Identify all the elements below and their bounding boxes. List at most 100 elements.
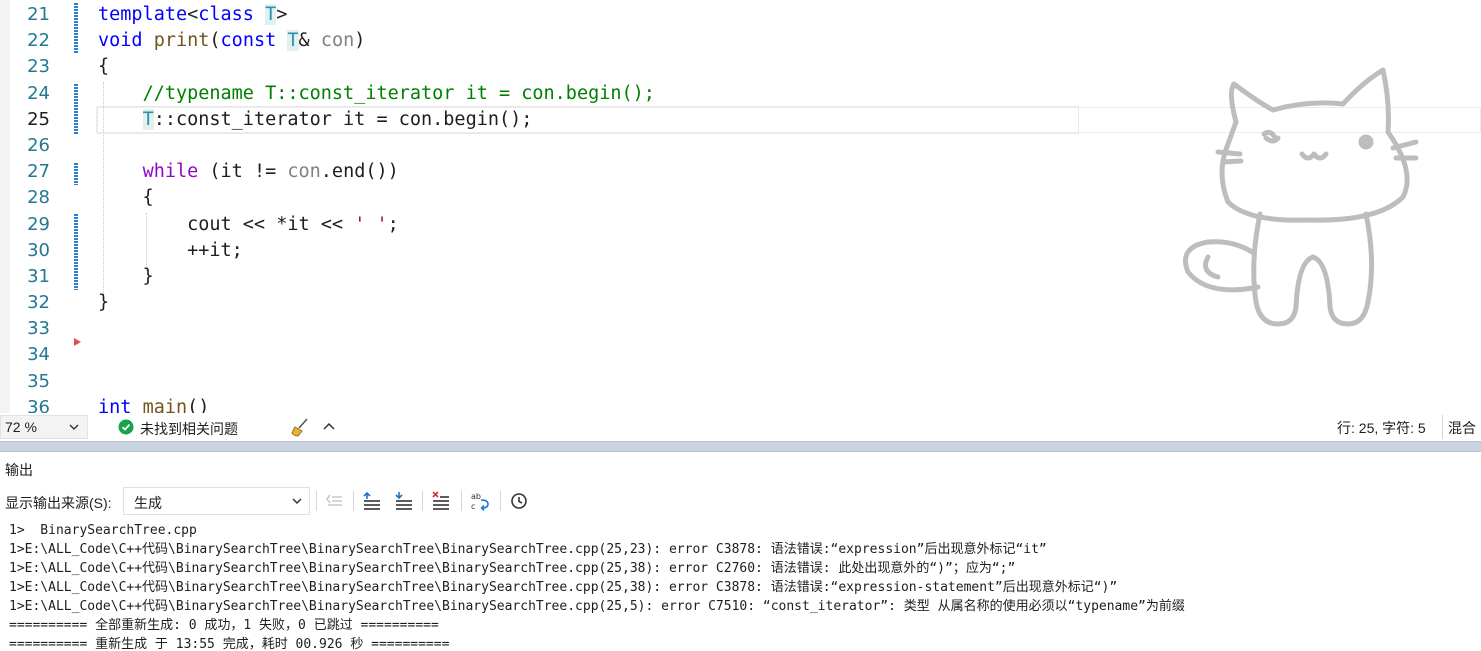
bookmark-marker-icon[interactable] [74,338,81,346]
line-number: 35 [27,370,50,392]
check-circle-icon [118,419,134,435]
go-to-error-icon[interactable] [324,490,346,512]
line-number-current: 25 [27,108,50,130]
output-line: 1>E:\ALL_Code\C++代码\BinarySearchTree\Bin… [9,561,1016,576]
code-line[interactable]: { [98,54,1078,80]
code-line[interactable] [98,342,1078,368]
output-text-area[interactable]: 1> BinarySearchTree.cpp 1>E:\ALL_Code\C+… [9,521,1479,651]
output-line: 1>E:\ALL_Code\C++代码\BinarySearchTree\Bin… [9,542,1047,557]
change-tracking-bar [74,214,78,290]
divider [422,491,423,511]
output-line: ========== 重新生成 于 13:55 完成，耗时 00.926 秒 =… [9,637,450,651]
type-parameter: T [287,30,299,52]
change-tracking-bar [74,84,78,134]
chevron-down-icon [292,498,302,505]
line-number: 31 [27,265,50,287]
next-message-icon[interactable] [393,490,415,512]
keyword: class [198,4,254,25]
code-line[interactable] [98,133,1078,159]
divider [353,491,354,511]
line-number: 22 [27,30,50,52]
code-line[interactable]: ++it; [98,238,1078,264]
code-token: () [187,396,210,413]
line-number: 32 [27,292,50,314]
code-line[interactable]: void print(const T& con) [98,28,1078,54]
output-line: 1>E:\ALL_Code\C++代码\BinarySearchTree\Bin… [9,599,1185,614]
clock-icon[interactable] [508,490,530,512]
line-number: 30 [27,239,50,261]
function-name: main [142,396,188,413]
broom-icon[interactable] [289,416,313,438]
code-line[interactable]: //typename T::const_iterator it = con.be… [98,81,1078,107]
code-line[interactable]: while (it != con.end()) [98,159,1078,185]
code-token: ) [354,30,366,52]
code-line[interactable] [98,369,1078,395]
word-wrap-icon[interactable]: ab c [469,490,491,512]
code-line[interactable]: } [98,264,1078,290]
chevron-down-icon [69,424,79,430]
gutter-margin [0,0,10,413]
type-parameter: T [142,108,154,130]
line-number: 23 [27,56,50,78]
output-panel: 输出 显示输出来源(S): 生成 ab c 1> BinarySearchTre… [0,452,1481,651]
cursor-position[interactable]: 行: 25, 字符: 5 [1337,418,1426,438]
line-number: 34 [27,344,50,366]
code-line[interactable]: int main() [98,395,1078,413]
svg-text:c: c [471,502,475,511]
keyword: const [220,30,277,52]
code-token: ::const_iterator it = con.begin(); [153,108,533,130]
code-lines[interactable]: template<class T> void print(const T& co… [97,2,1079,413]
output-line: 1> BinarySearchTree.cpp [9,523,197,538]
line-number: 33 [27,318,50,340]
line-number: 36 [27,396,50,413]
pane-splitter[interactable] [0,441,1481,452]
line-number: 29 [27,213,50,235]
code-token: > [276,4,288,25]
output-source-dropdown[interactable]: 生成 [123,487,310,515]
comment: //typename T::const_iterator it = con.be… [142,82,655,104]
code-line[interactable]: } [98,290,1078,316]
code-line[interactable]: cout << *it << ' '; [98,212,1078,238]
code-line[interactable]: template<class T> [98,2,1078,28]
code-line[interactable] [98,316,1078,342]
line-number: 27 [27,161,50,183]
divider [1442,415,1443,439]
type-parameter: T [265,4,277,25]
output-toolbar: 显示输出来源(S): 生成 ab c [0,485,1481,517]
line-number-gutter: 21 22 23 24 25 26 27 28 29 30 31 32 33 3… [10,2,50,413]
previous-message-icon[interactable] [361,490,383,512]
output-line: 1>E:\ALL_Code\C++代码\BinarySearchTree\Bin… [9,580,1118,595]
parameter: con [287,161,321,183]
code-token: cout << *it << [98,213,355,235]
code-editor[interactable]: 21 22 23 24 25 26 27 28 29 30 31 32 33 3… [0,0,1481,413]
clear-all-icon[interactable] [430,490,452,512]
zoom-dropdown[interactable]: 72 % [0,415,88,439]
code-token: & [298,30,321,52]
code-line-current[interactable]: T::const_iterator it = con.begin(); [97,105,1079,134]
source-label: 显示输出来源(S): [5,495,112,511]
panel-title: 输出 [5,462,33,478]
change-tracking-bar [74,3,78,53]
keyword: template [98,4,188,25]
line-number: 28 [27,187,50,209]
chevron-up-icon[interactable] [318,416,340,438]
string-literal: ' ' [354,213,388,235]
divider [500,491,501,511]
code-line[interactable]: { [98,185,1078,211]
output-line: ========== 全部重新生成: 0 成功，1 失败，0 已跳过 =====… [9,618,439,633]
keyword: while [142,161,199,183]
line-ending-mode[interactable]: 混合 [1448,418,1476,438]
code-token: < [187,4,199,25]
code-token: .end()) [320,161,399,183]
editor-status-bar: 72 % 未找到相关问题 行: 25, 字符: 5 混合 [0,413,1481,441]
keyword: void [98,30,143,52]
line-number: 21 [27,4,50,25]
issues-label: 未找到相关问题 [140,421,238,437]
divider [316,491,317,511]
divider [461,491,462,511]
